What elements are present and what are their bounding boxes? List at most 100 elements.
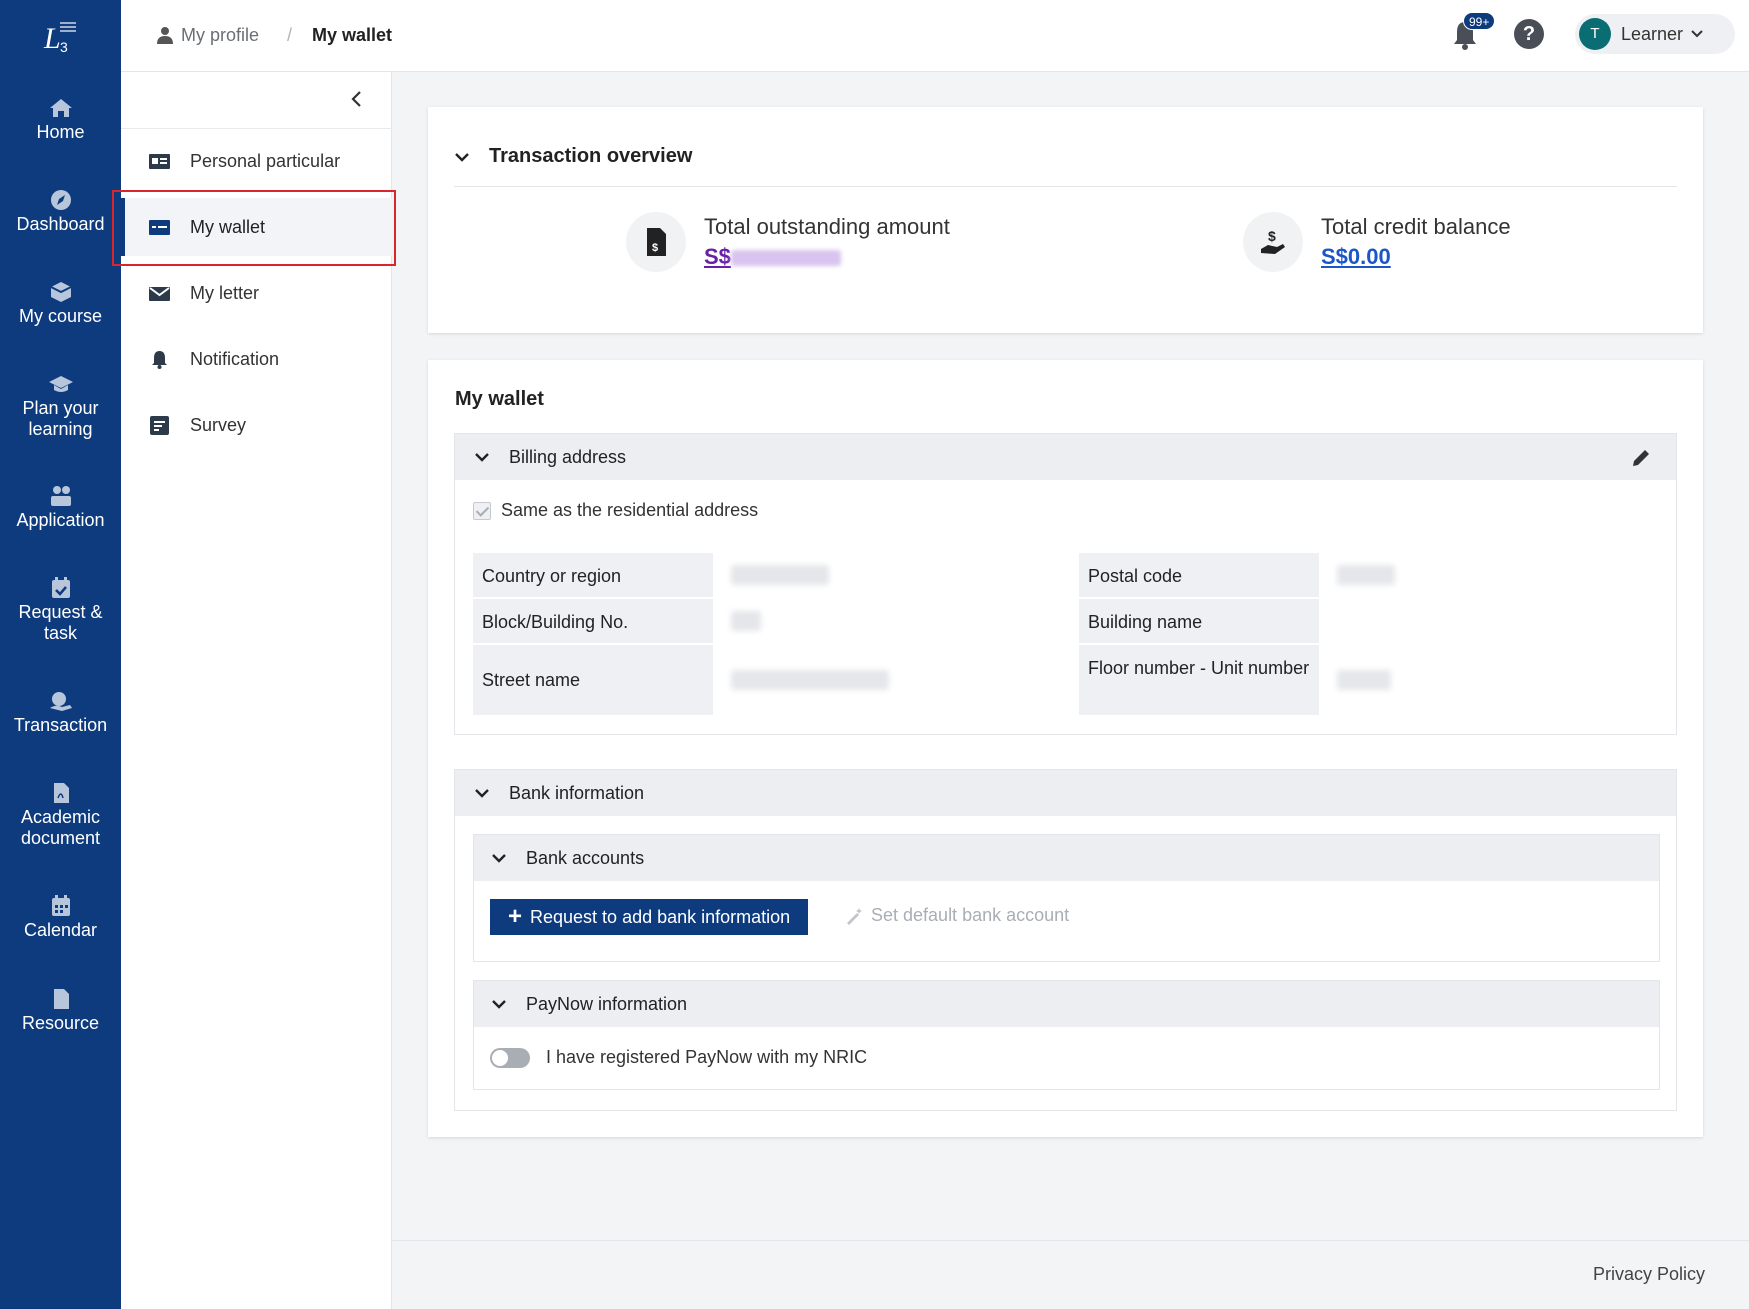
nav-item-calendar[interactable]: Calendar — [0, 895, 121, 941]
compass-icon — [48, 189, 74, 211]
breadcrumb-current: My wallet — [312, 25, 393, 45]
wallet-card-icon — [148, 217, 170, 237]
profile-sidebar: Personal particular My wallet My letter … — [121, 72, 392, 1309]
label-country: Country or region — [473, 553, 713, 597]
user-menu[interactable]: T Learner — [1575, 14, 1735, 54]
transaction-overview-card: Transaction overview $ Total outstanding… — [428, 107, 1703, 333]
privacy-policy-link[interactable]: Privacy Policy — [1593, 1264, 1705, 1285]
chevron-left-icon[interactable] — [346, 88, 368, 110]
outstanding-label: Total outstanding amount — [704, 214, 950, 239]
divider — [454, 186, 1677, 187]
toggle-label: I have registered PayNow with my NRIC — [546, 1047, 868, 1067]
avatar: T — [1579, 18, 1611, 50]
home-icon — [48, 97, 74, 119]
bell-icon — [148, 349, 170, 369]
logo-icon[interactable]: L 3 — [40, 16, 82, 54]
value-postal-redacted — [1337, 565, 1395, 585]
breadcrumb-separator: / — [287, 25, 293, 45]
chevron-down-icon — [475, 453, 489, 462]
nav-label: Transaction — [13, 715, 108, 735]
same-address-checkbox-row: Same as the residential address — [473, 500, 758, 521]
plus-icon: + — [508, 903, 523, 930]
breadcrumb-parent: My profile — [181, 25, 260, 45]
nav-item-transaction[interactable]: Transaction — [0, 690, 121, 736]
request-add-bank-button[interactable]: + Request to add bank information — [490, 899, 809, 935]
paynow-section: PayNow information I have registered Pay… — [473, 980, 1660, 1090]
sidebar-item-personal-particular[interactable]: Personal particular — [121, 132, 392, 190]
credit-stat: $ Total credit balance S$0.00 — [1243, 212, 1511, 272]
calendar-icon — [48, 895, 74, 917]
nav-item-dashboard[interactable]: Dashboard — [0, 189, 121, 235]
transaction-overview-header[interactable]: Transaction overview — [455, 145, 692, 168]
bank-information-section: Bank information Bank accounts + Request… — [454, 769, 1677, 1111]
bank-accounts-header[interactable]: Bank accounts — [474, 835, 1659, 881]
footer-divider — [392, 1240, 1749, 1241]
nav-item-resource[interactable]: Resource — [0, 988, 121, 1034]
invoice-icon: $ — [626, 212, 686, 272]
paynow-toggle-row: I have registered PayNow with my NRIC — [490, 1047, 867, 1068]
envelope-icon — [148, 283, 170, 303]
outstanding-amount-link[interactable]: S$ — [704, 242, 950, 272]
survey-icon — [148, 415, 170, 435]
box-icon — [48, 281, 74, 303]
checkbox-label: Same as the residential address — [501, 500, 759, 520]
sidebar-item-my-wallet[interactable]: My wallet — [121, 198, 392, 256]
pdf-icon — [48, 782, 74, 804]
same-address-checkbox[interactable] — [473, 501, 491, 520]
transaction-icon — [48, 690, 74, 712]
pencil-icon[interactable] — [1630, 447, 1652, 469]
redacted-amount — [730, 250, 841, 267]
button-label: Request to add bank information — [530, 906, 791, 927]
sidebar-item-label: Personal particular — [190, 150, 341, 171]
nav-item-request-task[interactable]: Request & task — [0, 577, 121, 644]
section-title: Bank information — [509, 782, 645, 803]
set-default-bank-button[interactable]: Set default bank account — [845, 905, 1069, 926]
nav-label: Academic document — [20, 807, 101, 848]
wallet-title: My wallet — [455, 388, 544, 410]
user-icon — [157, 27, 173, 44]
billing-address-section: Billing address Same as the residential … — [454, 433, 1677, 735]
help-icon[interactable]: ? — [1514, 19, 1544, 49]
sidebar-item-survey[interactable]: Survey — [121, 396, 392, 454]
sidebar-item-label: My letter — [190, 282, 260, 303]
nav-item-plan-your-learning[interactable]: Plan your learning — [0, 373, 121, 440]
top-bar: My profile / My wallet 99+ ? T Learner — [121, 0, 1749, 72]
label-street: Street name — [473, 645, 713, 715]
svg-text:3: 3 — [60, 39, 68, 54]
value-country-redacted — [731, 565, 829, 585]
chevron-down-icon — [475, 789, 489, 798]
bank-accounts-section: Bank accounts + Request to add bank info… — [473, 834, 1660, 962]
nav-label: Resource — [21, 1013, 100, 1033]
label-building-name: Building name — [1079, 599, 1319, 643]
svg-text:L: L — [43, 22, 61, 54]
section-title: PayNow information — [526, 993, 688, 1014]
label-floor-unit: Floor number - Unit number — [1079, 645, 1319, 715]
nav-item-academic-document[interactable]: Academic document — [0, 782, 121, 849]
sidebar-item-my-letter[interactable]: My letter — [121, 264, 392, 322]
people-icon — [48, 485, 74, 507]
outstanding-prefix: S$ — [704, 244, 731, 269]
graduation-cap-icon — [48, 373, 74, 395]
section-title: Billing address — [509, 446, 627, 467]
breadcrumb-my-profile[interactable]: My profile — [157, 22, 259, 48]
nav-label: My course — [18, 306, 103, 326]
billing-address-header[interactable]: Billing address — [455, 434, 1676, 480]
credit-balance-link[interactable]: S$0.00 — [1321, 242, 1511, 272]
chevron-down-icon — [492, 854, 506, 863]
notification-badge: 99+ — [1463, 12, 1496, 30]
magic-wand-icon — [847, 907, 862, 925]
nav-item-home[interactable]: Home — [0, 97, 121, 143]
label-postal: Postal code — [1079, 553, 1319, 597]
paynow-header[interactable]: PayNow information — [474, 981, 1659, 1027]
chevron-down-icon — [1691, 30, 1703, 38]
svg-text:$: $ — [1268, 228, 1276, 244]
value-street-redacted — [731, 670, 889, 690]
my-wallet-card: My wallet Billing address Same as the re… — [428, 360, 1703, 1137]
sidebar-item-notification[interactable]: Notification — [121, 330, 392, 388]
sidebar-item-label: Notification — [190, 348, 280, 369]
nav-item-application[interactable]: Application — [0, 485, 121, 531]
nav-item-my-course[interactable]: My course — [0, 281, 121, 327]
bank-information-header[interactable]: Bank information — [455, 770, 1676, 816]
sidebar-item-label: My wallet — [190, 216, 266, 237]
paynow-toggle[interactable] — [490, 1047, 530, 1068]
